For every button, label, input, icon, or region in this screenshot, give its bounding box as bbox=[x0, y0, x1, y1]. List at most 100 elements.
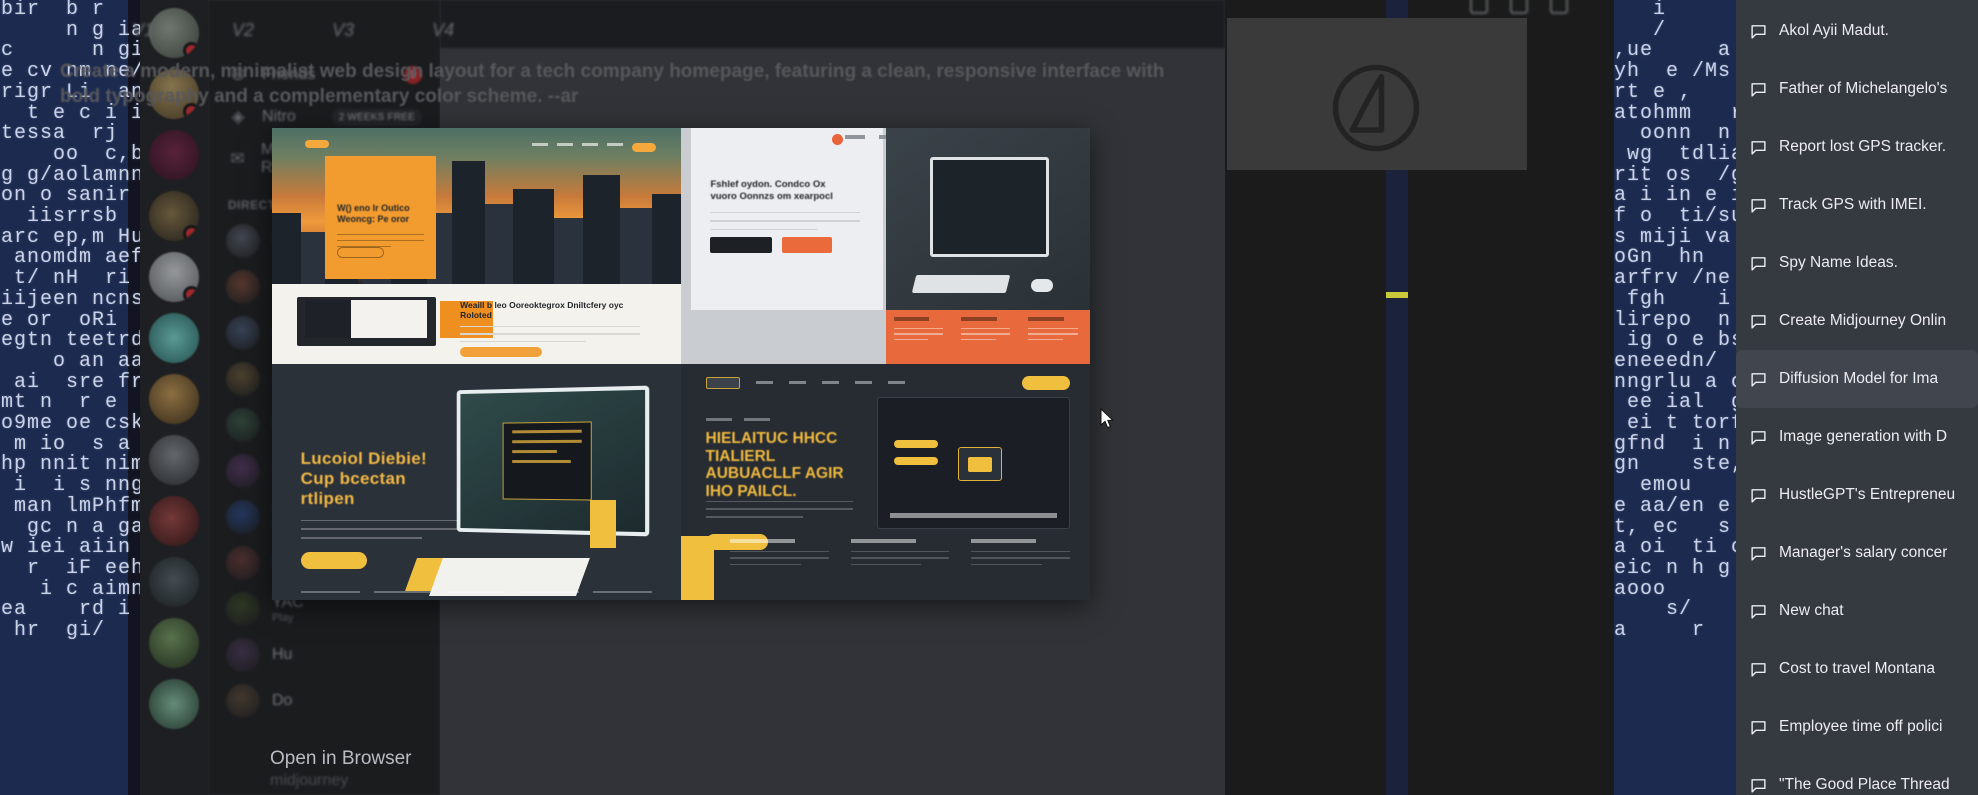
q2-cta-group bbox=[710, 237, 833, 254]
q3-monitor bbox=[456, 385, 650, 537]
chat-history-item[interactable]: Employee time off polici bbox=[1736, 698, 1978, 756]
chat-history-item[interactable]: Create Midjourney Onlin bbox=[1736, 292, 1978, 350]
q4-top-nav bbox=[705, 375, 1070, 390]
chat-history-item[interactable]: Father of Michelangelo's bbox=[1736, 60, 1978, 118]
chat-history-item[interactable]: "The Good Place Thread bbox=[1736, 756, 1978, 795]
chat-history-item[interactable]: HustleGPT's Entrepreneu bbox=[1736, 466, 1978, 524]
q2-feature bbox=[961, 316, 1011, 345]
layout-icon[interactable] bbox=[1510, 0, 1528, 14]
open-in-browser-link[interactable]: Open in Browser bbox=[270, 748, 412, 770]
chat-bubble-icon bbox=[1751, 140, 1766, 155]
avatar bbox=[226, 316, 260, 350]
chat-history-item[interactable]: Akol Ayii Madut. bbox=[1736, 2, 1978, 60]
q2-body-lines bbox=[710, 211, 861, 238]
chat-history-item[interactable]: Cost to travel Montana bbox=[1736, 640, 1978, 698]
q3-monitor-screen bbox=[460, 389, 646, 533]
chat-history-label: HustleGPT's Entrepreneu bbox=[1779, 486, 1956, 503]
chat-history-item[interactable]: Report lost GPS tracker. bbox=[1736, 118, 1978, 176]
guild-icon[interactable] bbox=[149, 679, 199, 729]
variation-button-v1[interactable]: V1 bbox=[132, 20, 154, 41]
chat-history-label: "The Good Place Thread bbox=[1779, 776, 1950, 793]
dm-list-item[interactable]: Hu bbox=[218, 632, 430, 678]
q2-feature-row bbox=[893, 316, 1078, 345]
guild-icon-midjourney[interactable] bbox=[149, 313, 199, 363]
q1-building bbox=[272, 212, 301, 284]
minimap-highlight bbox=[1386, 292, 1408, 298]
chat-bubble-icon bbox=[1751, 662, 1766, 677]
chat-history-item[interactable]: Diffusion Model for Ima bbox=[1736, 350, 1978, 408]
q1-nav-pill bbox=[304, 139, 330, 148]
guild-badge bbox=[183, 286, 199, 302]
guild-icon[interactable] bbox=[149, 130, 199, 180]
q1-building bbox=[484, 203, 514, 284]
q2-light-panel: Fshlef oydon. Condco Ox vuoro Oonnzs om … bbox=[691, 128, 884, 310]
chat-history-label: Akol Ayii Madut. bbox=[1779, 22, 1889, 39]
guild-icon[interactable] bbox=[149, 435, 199, 485]
image-quadrant-2[interactable]: Fshlef oydon. Condco Ox vuoro Oonnzs om … bbox=[681, 128, 1090, 364]
chat-history-item[interactable]: Spy Name Ideas. bbox=[1736, 234, 1978, 292]
titlebar-icons bbox=[1470, 0, 1568, 14]
q1-nav-links bbox=[532, 143, 657, 153]
envelope-icon: ✉ bbox=[230, 149, 245, 168]
chat-history-item[interactable]: Image generation with D bbox=[1736, 408, 1978, 466]
q2-feature bbox=[1028, 316, 1078, 345]
guild-icon[interactable] bbox=[149, 252, 199, 302]
variation-button-v3[interactable]: V3 bbox=[332, 20, 354, 41]
avatar bbox=[226, 592, 260, 626]
q2-photo bbox=[885, 128, 1090, 310]
avatar bbox=[226, 408, 260, 442]
chat-history-label: Manager's salary concer bbox=[1779, 544, 1948, 561]
q4-footer-column bbox=[730, 538, 829, 591]
q4-nav-cta bbox=[1021, 375, 1070, 390]
guild-icon[interactable] bbox=[149, 557, 199, 607]
chat-bubble-icon bbox=[1751, 720, 1766, 735]
q4-screen bbox=[877, 397, 1070, 530]
discord-guild-rail[interactable] bbox=[140, 0, 208, 795]
image-quadrant-4[interactable]: HIELAITUC HHCC TIALIERL AUBUACLLF AGIR I… bbox=[681, 364, 1090, 600]
q1-body-lines bbox=[337, 233, 424, 247]
q2-keyboard bbox=[911, 275, 1011, 294]
generated-image-grid[interactable]: W() eno lr Outico Weoncg: Pe oror Weaill… bbox=[272, 128, 1090, 600]
q1-monitor-sidebar bbox=[304, 300, 352, 339]
q1-building bbox=[619, 208, 653, 284]
more-icon[interactable] bbox=[1550, 0, 1568, 14]
chat-history-label: Track GPS with IMEI. bbox=[1779, 196, 1927, 213]
chat-history-item[interactable]: Manager's salary concer bbox=[1736, 524, 1978, 582]
chat-history-label: Image generation with D bbox=[1779, 428, 1948, 445]
avatar bbox=[226, 224, 260, 258]
chat-bubble-icon bbox=[1751, 198, 1766, 213]
chat-history-label: Spy Name Ideas. bbox=[1779, 254, 1898, 271]
chat-history-label: Cost to travel Montana bbox=[1779, 660, 1935, 677]
chat-history-sidebar[interactable]: Akol Ayii Madut. Father of Michelangelo's… bbox=[1736, 0, 1978, 795]
chat-history-item[interactable]: Track GPS with IMEI. bbox=[1736, 176, 1978, 234]
dm-list-item[interactable]: Do bbox=[218, 678, 430, 724]
guild-icon[interactable] bbox=[149, 496, 199, 546]
q3-cta-button bbox=[300, 552, 367, 570]
chat-bubble-icon bbox=[1751, 604, 1766, 619]
q4-footer-column bbox=[850, 538, 950, 591]
variation-button-v4[interactable]: V4 bbox=[432, 20, 454, 41]
guild-icon[interactable] bbox=[149, 618, 199, 668]
variation-button-v2[interactable]: V2 bbox=[232, 20, 254, 41]
q1-headline: W() eno lr Outico Weoncg: Pe oror bbox=[337, 202, 410, 224]
prompt-text: Create a modern, minimalist web design l… bbox=[60, 61, 1165, 107]
chat-bubble-icon bbox=[1751, 256, 1766, 271]
q1-sub-text: Weaill b leo Ooreoktegrox Dniltcfery oyc… bbox=[460, 300, 641, 343]
chat-history-item[interactable]: New chat bbox=[1736, 582, 1978, 640]
q2-headline: Fshlef oydon. Condco Ox vuoro Oonnzs om … bbox=[710, 178, 833, 202]
guild-icon[interactable] bbox=[149, 374, 199, 424]
guild-icon[interactable] bbox=[149, 191, 199, 241]
chat-bubble-icon bbox=[1751, 778, 1766, 793]
q1-cta-button bbox=[337, 247, 384, 259]
q1-building bbox=[652, 194, 681, 284]
q1-building bbox=[582, 175, 620, 284]
screen-root: lbir b r s n g ia vc n gi/ e cv nm ne/ f… bbox=[0, 0, 1978, 795]
image-quadrant-1[interactable]: W() eno lr Outico Weoncg: Pe oror Weaill… bbox=[272, 128, 681, 364]
split-editor-icon[interactable] bbox=[1470, 0, 1488, 14]
q1-hero-card: W() eno lr Outico Weoncg: Pe oror bbox=[325, 156, 436, 280]
q1-building bbox=[451, 161, 485, 284]
image-quadrant-3[interactable]: Lucoiol Diebie! Cup bcectan rtlipen bbox=[272, 364, 681, 600]
matrix-rain-left: lbir b r s n g ia vc n gi/ e cv nm ne/ f… bbox=[0, 0, 156, 795]
variation-buttons[interactable]: V1 V2 V3 V4 bbox=[60, 20, 1220, 41]
guild-badge bbox=[183, 225, 199, 241]
